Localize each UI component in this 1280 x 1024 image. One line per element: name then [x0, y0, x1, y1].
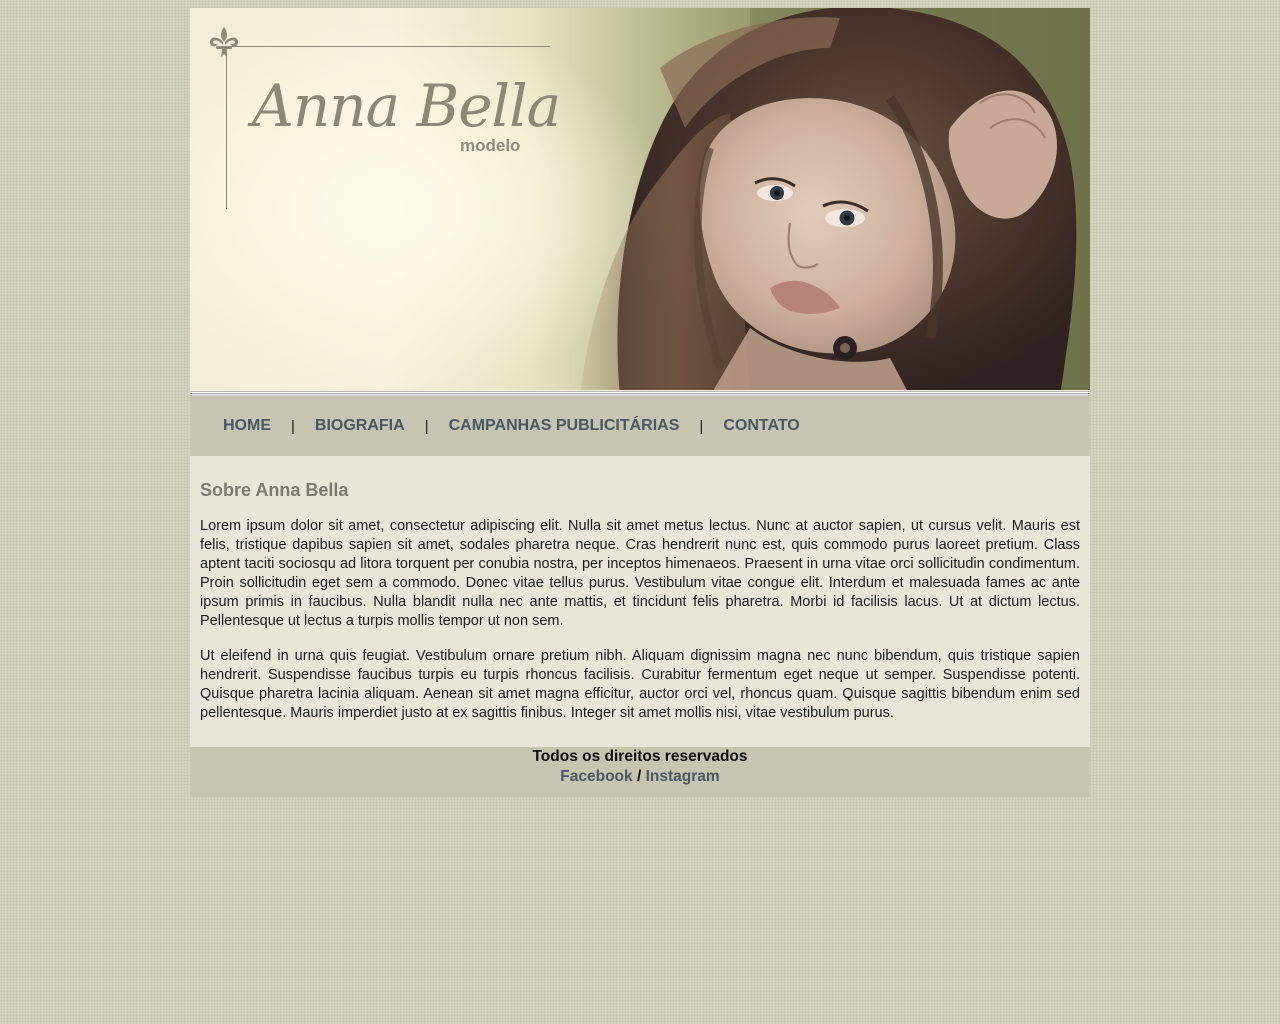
brand-name: Anna Bella: [252, 72, 561, 140]
header-banner: Anna Bella modelo: [190, 8, 1090, 396]
model-photo: [580, 8, 1090, 396]
brand-subtitle: modelo: [460, 136, 521, 155]
instagram-link[interactable]: Instagram: [646, 768, 720, 785]
nav-separator: |: [291, 417, 295, 435]
footer: Todos os direitos reservados Facebook / …: [190, 747, 1090, 797]
frame-line-vertical: [226, 46, 227, 209]
copyright-text: Todos os direitos reservados: [532, 748, 748, 765]
social-links: Facebook / Instagram: [560, 768, 719, 785]
nav-item-campanhas[interactable]: CAMPANHAS PUBLICITÁRIAS: [449, 417, 680, 435]
social-separator: /: [636, 768, 642, 785]
nav-item-home[interactable]: HOME: [223, 417, 271, 435]
facebook-link[interactable]: Facebook: [560, 768, 632, 785]
banner-bottom-stripes: [190, 390, 1090, 396]
page-title: Sobre Anna Bella: [200, 480, 349, 500]
nav-separator: |: [424, 417, 429, 435]
frame-line-horizontal: [226, 46, 550, 47]
page-container: Anna Bella modelo HOME | BIOGRAFIA | CAM…: [190, 8, 1090, 797]
bio-paragraph: Lorem ipsum dolor sit amet, consectetur …: [200, 518, 1080, 629]
fleur-de-lis-icon: [209, 27, 239, 57]
nav-item-contato[interactable]: CONTATO: [723, 417, 799, 435]
nav-separator: |: [699, 417, 704, 435]
nav-item-biografia[interactable]: BIOGRAFIA: [315, 417, 405, 435]
main-content: Sobre Anna Bella Lorem ipsum dolor sit a…: [190, 456, 1090, 747]
bio-paragraph: Ut eleifend in urna quis feugiat. Vestib…: [200, 648, 1080, 721]
main-nav: HOME | BIOGRAFIA | CAMPANHAS PUBLICITÁRI…: [190, 396, 1090, 456]
